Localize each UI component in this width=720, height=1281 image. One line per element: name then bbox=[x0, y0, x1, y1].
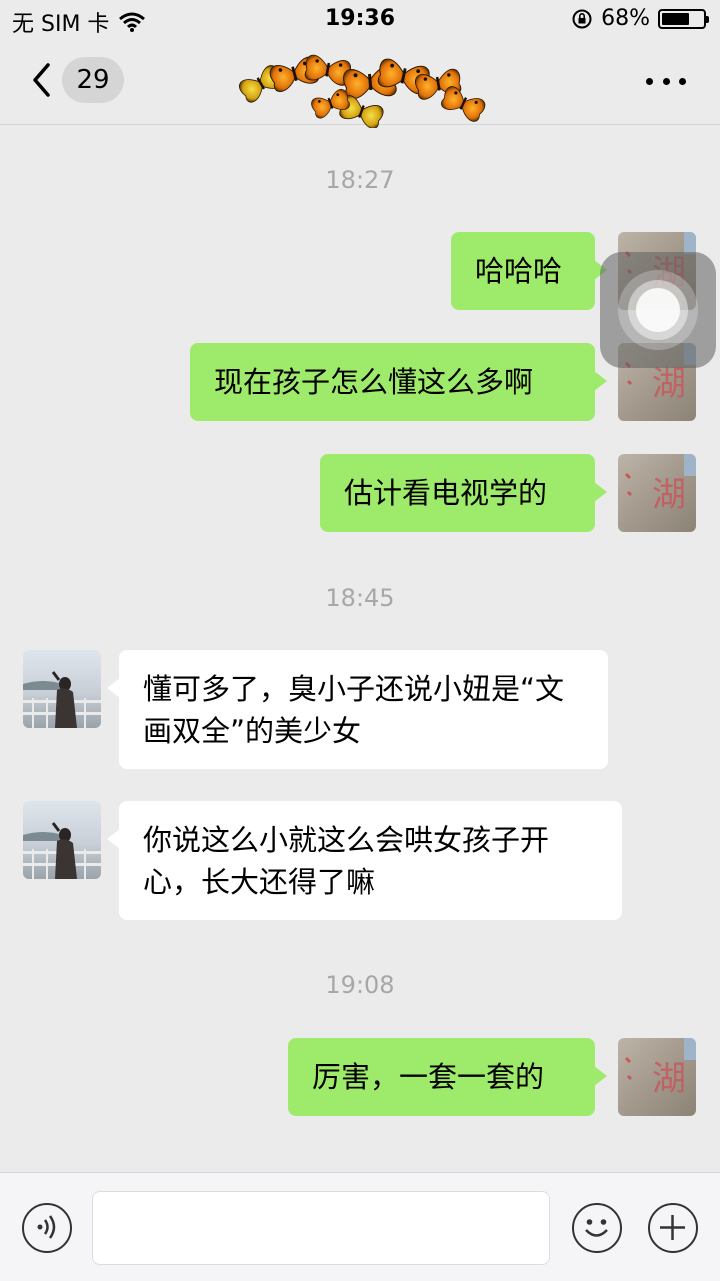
message-timestamp: 18:27 bbox=[325, 166, 395, 194]
more-dot bbox=[679, 77, 686, 85]
orientation-lock-icon bbox=[572, 9, 592, 28]
more-dot bbox=[662, 77, 670, 85]
incoming-message-bubble[interactable]: 懂可多了，臭小子还说小妞是“文画双全”的美少女 bbox=[107, 650, 608, 769]
contact-avatar[interactable] bbox=[23, 650, 101, 728]
battery-percent: 68% bbox=[601, 6, 650, 31]
outgoing-message-bubble[interactable]: 现在孩子怎么懂这么多啊 bbox=[190, 343, 607, 421]
chat-header: 29 bbox=[0, 40, 720, 128]
plus-icon[interactable] bbox=[648, 1203, 698, 1253]
message-timestamp: 19:08 bbox=[325, 971, 395, 999]
assistive-touch-button[interactable] bbox=[600, 252, 716, 368]
battery-icon bbox=[658, 8, 709, 29]
voice-icon[interactable] bbox=[22, 1203, 72, 1253]
message-text-input[interactable] bbox=[92, 1191, 550, 1265]
svg-text:湖: 湖 bbox=[652, 475, 686, 515]
my-avatar[interactable]: 湖 bbox=[618, 1038, 696, 1116]
status-bar: 无 SIM 卡 19:36 68% bbox=[0, 0, 720, 40]
message-timestamp: 18:45 bbox=[325, 584, 395, 612]
outgoing-message-bubble[interactable]: 估计看电视学的 bbox=[320, 454, 607, 532]
my-avatar[interactable]: 湖 bbox=[618, 454, 696, 532]
message-input-bar bbox=[0, 1172, 720, 1281]
svg-text:湖: 湖 bbox=[652, 364, 686, 404]
emoji-icon[interactable] bbox=[572, 1203, 622, 1253]
more-icon[interactable] bbox=[646, 66, 686, 96]
outgoing-message-bubble[interactable]: 哈哈哈 bbox=[451, 232, 607, 310]
incoming-message-bubble[interactable]: 你说这么小就这么会哄女孩子开心，长大还得了嘛 bbox=[107, 801, 622, 920]
svg-text:湖: 湖 bbox=[652, 1059, 686, 1099]
unread-count-badge[interactable]: 29 bbox=[62, 57, 124, 103]
outgoing-message-bubble[interactable]: 厉害，一套一套的 bbox=[288, 1038, 607, 1116]
assistive-ring bbox=[636, 288, 680, 332]
contact-avatar[interactable] bbox=[23, 801, 101, 879]
status-right: 68% bbox=[571, 6, 709, 31]
more-dot bbox=[646, 77, 653, 85]
butterflies-title-image bbox=[236, 53, 488, 128]
back-chevron-icon[interactable] bbox=[28, 60, 58, 100]
